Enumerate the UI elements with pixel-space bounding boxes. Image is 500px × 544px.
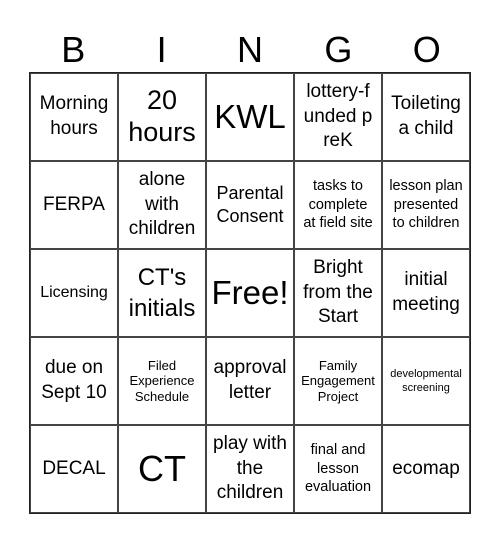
bingo-cell[interactable]: Toileting a child <box>382 73 470 161</box>
free-space[interactable]: Free! <box>206 249 294 337</box>
bingo-cell[interactable]: Bright from the Start <box>294 249 382 337</box>
cell-text: play with the children <box>213 432 287 504</box>
cell-text: lesson plan presented to children <box>389 178 463 232</box>
bingo-header: B I N G O <box>29 28 471 72</box>
header-letter-g: G <box>324 29 353 70</box>
bingo-cell[interactable]: Filed Experience Schedule <box>118 337 206 425</box>
bingo-cell[interactable]: Licensing <box>30 249 118 337</box>
cell-text: Morning hours <box>39 93 109 139</box>
bingo-cell[interactable]: alone with children <box>118 161 206 249</box>
bingo-cell[interactable]: FERPA <box>30 161 118 249</box>
bingo-cell[interactable]: lesson plan presented to children <box>382 161 470 249</box>
bingo-cell[interactable]: KWL <box>206 73 294 161</box>
bingo-cell[interactable]: tasks to complete at field site <box>294 161 382 249</box>
bingo-cell[interactable]: ecomap <box>382 425 470 513</box>
bingo-cell[interactable]: approval letter <box>206 337 294 425</box>
bingo-cell[interactable]: due on Sept 10 <box>30 337 118 425</box>
cell-text: DECAL <box>42 457 106 479</box>
cell-text: Bright from the Start <box>303 256 373 328</box>
bingo-cell[interactable]: Morning hours <box>30 73 118 161</box>
header-letter-o: O <box>412 29 441 70</box>
header-letter-i: I <box>156 29 167 70</box>
bingo-cell[interactable]: Family Engagement Project <box>294 337 382 425</box>
cell-text: FERPA <box>43 193 105 215</box>
cell-text: Toileting a child <box>391 93 461 139</box>
cell-text: ecomap <box>392 457 460 479</box>
cell-text: Family Engagement Project <box>301 357 375 404</box>
bingo-cell[interactable]: play with the children <box>206 425 294 513</box>
cell-text: developmental screening <box>390 367 462 394</box>
cell-text: Licensing <box>40 284 108 302</box>
bingo-cell[interactable]: 20 hours <box>118 73 206 161</box>
bingo-board: Morning hours 20 hours KWL lottery-funde… <box>29 72 471 514</box>
bingo-cell[interactable]: DECAL <box>30 425 118 513</box>
header-letter-b: B <box>61 29 86 70</box>
cell-text: final and lesson evaluation <box>304 442 372 496</box>
cell-text: approval letter <box>213 357 287 403</box>
bingo-cell[interactable]: developmental screening <box>382 337 470 425</box>
cell-text: due on Sept 10 <box>41 357 107 403</box>
bingo-cell[interactable]: CT's initials <box>118 249 206 337</box>
bingo-cell[interactable]: Parental Consent <box>206 161 294 249</box>
cell-text: initial meeting <box>392 269 460 315</box>
cell-text: alone with children <box>128 168 196 240</box>
bingo-cell[interactable]: lottery-funded preK <box>294 73 382 161</box>
header-letter-n: N <box>236 29 263 70</box>
bingo-cell[interactable]: initial meeting <box>382 249 470 337</box>
free-space-text: Free! <box>211 273 289 311</box>
cell-text: Filed Experience Schedule <box>129 357 195 404</box>
cell-text: tasks to complete at field site <box>303 178 373 232</box>
cell-text: 20 hours <box>128 85 196 147</box>
bingo-cell[interactable]: CT <box>118 425 206 513</box>
cell-text: CT <box>138 448 186 490</box>
cell-text: CT's initials <box>128 263 196 322</box>
cell-text: Parental Consent <box>216 182 284 226</box>
cell-text: KWL <box>214 97 286 135</box>
bingo-cell[interactable]: final and lesson evaluation <box>294 425 382 513</box>
cell-text: lottery-funded preK <box>303 80 373 152</box>
